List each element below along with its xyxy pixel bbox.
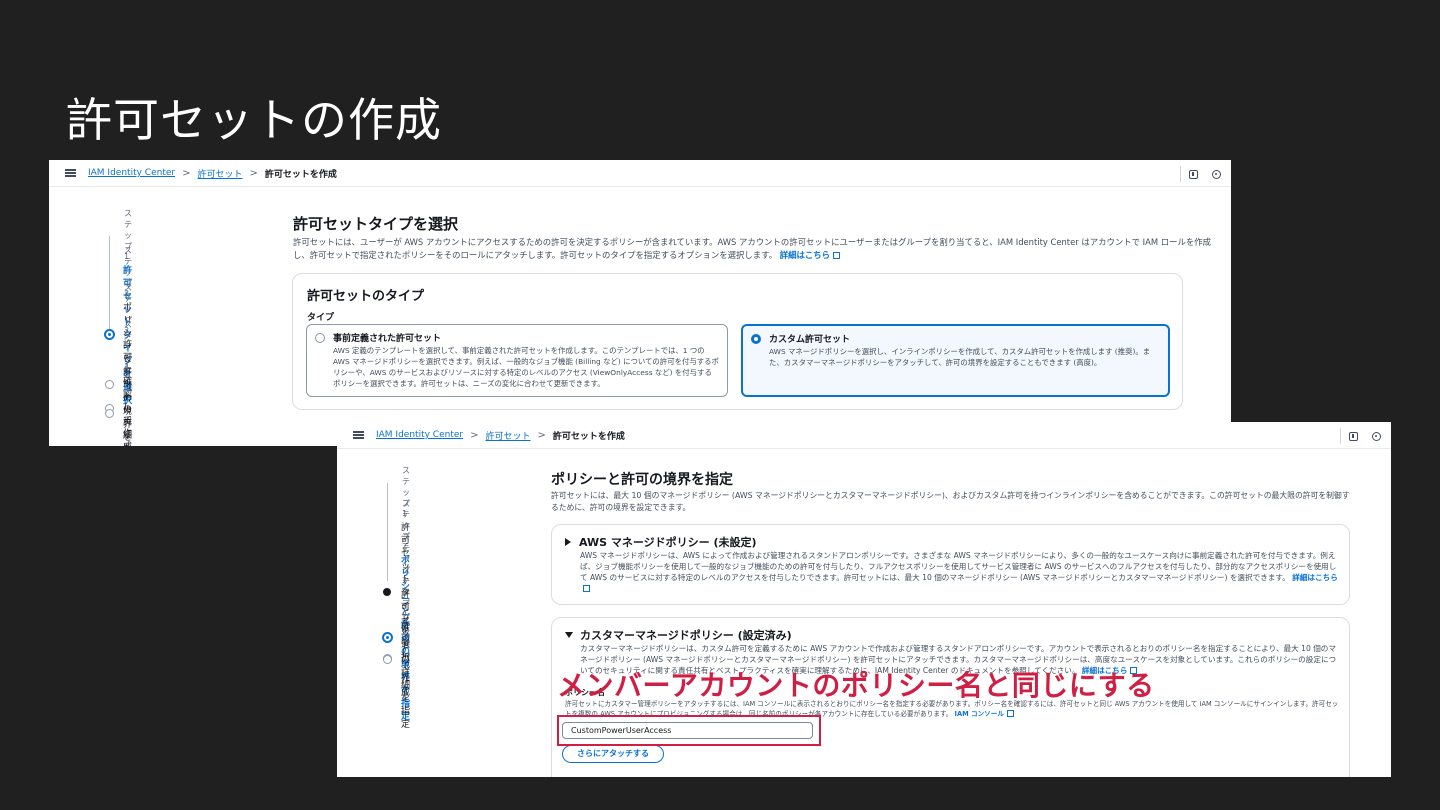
option-title: 事前定義された許可セット (333, 334, 442, 344)
breadcrumb-home[interactable]: IAM Identity Center (376, 430, 463, 440)
type-label: タイプ (307, 313, 335, 323)
external-link-icon (1006, 710, 1014, 717)
chevron-right-icon: > (537, 429, 546, 441)
top-navigation: IAM Identity Center > 許可セット > 許可セットを作成 (49, 160, 1231, 187)
chevron-right-icon: > (249, 167, 258, 179)
caret-right-icon (565, 538, 571, 546)
iam-console-link[interactable]: IAM コンソール (955, 710, 1014, 718)
menu-icon[interactable] (353, 431, 364, 439)
settings-icon[interactable] (1372, 431, 1381, 441)
caret-down-icon (565, 632, 573, 638)
description-text: 許可セットには、ユーザーが AWS アカウントにアクセスするための許可を決定する… (293, 237, 1211, 260)
learn-more-label: 詳細はこちら (779, 250, 830, 260)
annotation-highlight-box (557, 715, 821, 746)
option-description: AWS マネージドポリシーを選択し、インラインポリシーを作成して、カスタム許可セ… (769, 347, 1151, 367)
aws-managed-policies-section: AWS マネージドポリシー (未設定) AWS マネージドポリシーは、AWS に… (551, 524, 1350, 605)
option-title: カスタム許可セット (769, 335, 851, 345)
panel-icon[interactable] (1189, 169, 1198, 179)
section-toggle[interactable]: AWS マネージドポリシー (未設定) (565, 534, 757, 550)
description-text: AWS マネージドポリシーは、AWS によって作成および管理されるスタンドアロン… (580, 551, 1337, 582)
page-title: 許可セットタイプを選択 (293, 215, 459, 233)
section-toggle[interactable]: カスタマーマネージドポリシー (設定済み) (565, 627, 792, 643)
wizard-step-4[interactable]: ステップ 4 確認して作成 (105, 319, 132, 446)
card-title: 許可セットのタイプ (307, 289, 425, 304)
chevron-right-icon: > (182, 167, 191, 179)
settings-icon[interactable] (1212, 169, 1221, 179)
top-navigation: IAM Identity Center > 許可セット > 許可セットを作成 (337, 422, 1391, 449)
annotation-text: メンバーアカウントのポリシー名と同じにする (557, 669, 1155, 702)
divider (1340, 428, 1341, 444)
breadcrumb-current: 許可セットを作成 (264, 169, 337, 180)
wizard-step-4[interactable]: ステップ 4 確認して作成 (383, 565, 410, 698)
page-description: 許可セットには、最大 10 個のマネージドポリシー (AWS マネージドポリシー… (551, 491, 1350, 512)
option-custom[interactable]: カスタム許可セット AWS マネージドポリシーを選択し、インラインポリシーを作成… (741, 324, 1170, 397)
step-pending-icon (105, 408, 114, 418)
breadcrumb-current: 許可セットを作成 (552, 431, 625, 442)
external-link-icon (833, 252, 840, 259)
option-predefined[interactable]: 事前定義された許可セット AWS 定義のテンプレートを選択して、事前定義された許… (306, 324, 728, 397)
breadcrumb-permission-sets[interactable]: 許可セット (485, 429, 530, 442)
step-label: 確認して作成 (401, 623, 411, 698)
learn-more-label: 詳細はこちら (1292, 573, 1338, 582)
section-description: AWS マネージドポリシーは、AWS によって作成および管理されるスタンドアロン… (580, 550, 1338, 594)
step-label: 確認して作成 (123, 377, 133, 446)
radio-button[interactable] (315, 333, 325, 343)
step-pending-icon (383, 654, 392, 664)
screenshot-step1: IAM Identity Center > 許可セット > 許可セットを作成 ス… (49, 160, 1231, 446)
step-number: ステップ 4 (124, 320, 132, 372)
option-description: AWS 定義のテンプレートを選択して、事前定義された許可セットを作成します。この… (333, 346, 719, 388)
page-title: ポリシーと許可の境界を指定 (551, 472, 733, 488)
menu-icon[interactable] (65, 169, 76, 177)
screenshot-step2: IAM Identity Center > 許可セット > 許可セットを作成 ス… (337, 422, 1391, 777)
external-link-icon (583, 585, 590, 592)
permission-set-type-card: 許可セットのタイプ タイプ 事前定義された許可セット AWS 定義のテンプレート… (292, 273, 1183, 410)
section-title: カスタマーマネージドポリシー (設定済み) (580, 629, 792, 642)
slide-title: 許可セットの作成 (66, 93, 442, 147)
breadcrumb-home[interactable]: IAM Identity Center (88, 168, 175, 178)
step-number: ステップ 4 (402, 566, 410, 618)
section-title: AWS マネージドポリシー (未設定) (579, 536, 757, 549)
panel-icon[interactable] (1349, 431, 1358, 441)
page-description: 許可セットには、ユーザーが AWS アカウントにアクセスするための許可を決定する… (293, 236, 1213, 262)
breadcrumb-permission-sets[interactable]: 許可セット (197, 167, 242, 180)
divider (1180, 166, 1181, 182)
chevron-right-icon: > (470, 429, 479, 441)
console-link-label: IAM コンソール (954, 710, 1004, 718)
attach-more-button[interactable]: さらにアタッチする (562, 745, 664, 763)
radio-button-selected[interactable] (751, 334, 761, 344)
learn-more-link[interactable]: 詳細はこちら (780, 250, 840, 260)
